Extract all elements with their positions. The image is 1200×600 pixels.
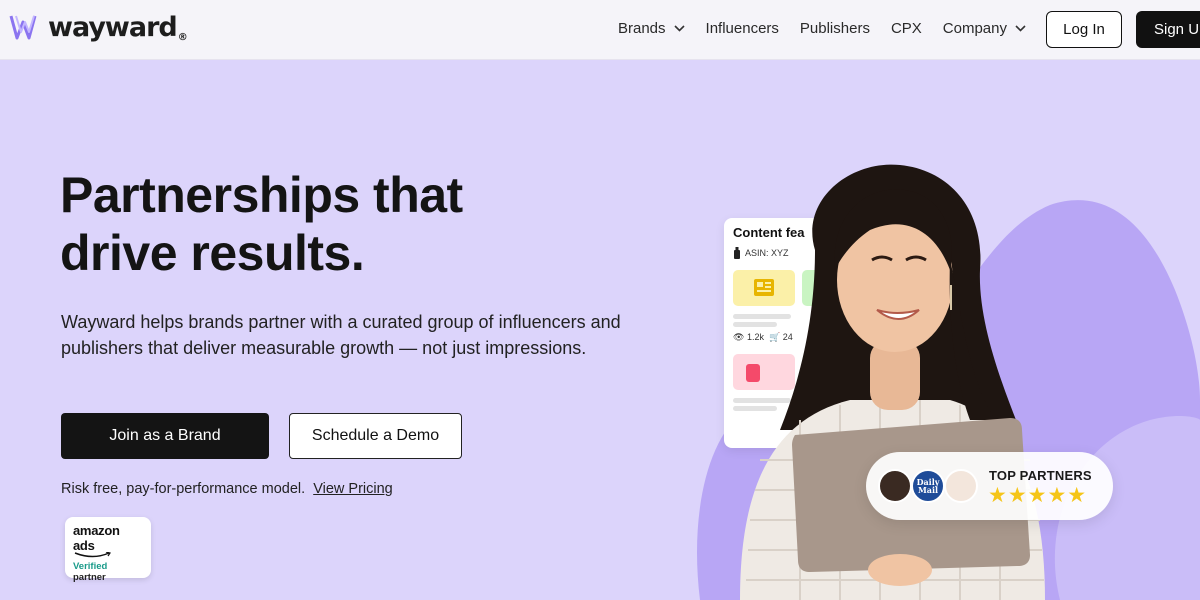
top-partners-card: Daily Mail TOP PARTNERS ★★★★★ xyxy=(866,452,1113,520)
partner-avatar xyxy=(944,469,978,503)
schedule-demo-button[interactable]: Schedule a Demo xyxy=(289,413,462,459)
hero-title-line2: drive results. xyxy=(60,225,365,281)
person-with-laptop-image xyxy=(740,164,1045,600)
hero-subtitle: Wayward helps brands partner with a cura… xyxy=(61,312,621,358)
badge-verified: Verified xyxy=(73,561,108,572)
join-as-brand-button[interactable]: Join as a Brand xyxy=(61,413,269,459)
amazon-ads-logo: amazon ads xyxy=(73,523,120,553)
badge-partner: partner xyxy=(73,572,106,583)
star-rating-icon: ★★★★★ xyxy=(988,484,1088,507)
top-partners-label: TOP PARTNERS xyxy=(989,468,1092,483)
partner-avatar xyxy=(878,469,912,503)
risk-free-note: Risk free, pay-for-performance model. Vi… xyxy=(61,481,393,497)
view-pricing-link[interactable]: View Pricing xyxy=(313,481,393,497)
hero-title-line1: Partnerships that xyxy=(60,167,463,223)
partner-avatar-daily-mail: Daily Mail xyxy=(911,469,945,503)
hero-title: Partnerships that drive results. xyxy=(60,166,580,282)
risk-text: Risk free, pay-for-performance model. xyxy=(61,481,306,497)
amazon-ads-badge: amazon ads Verified partner xyxy=(65,517,151,583)
